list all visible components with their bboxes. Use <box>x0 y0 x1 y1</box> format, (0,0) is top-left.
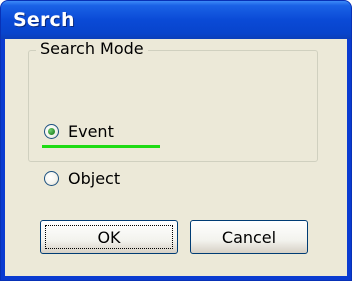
ok-button-focus-ring <box>45 225 173 249</box>
radio-event-label[interactable]: Event <box>68 122 114 141</box>
radio-object-label[interactable]: Object <box>68 169 120 188</box>
cancel-button-label: Cancel <box>221 227 277 247</box>
cancel-button[interactable]: Cancel <box>190 220 308 254</box>
window-title: Serch <box>13 9 75 31</box>
radio-object[interactable]: Object <box>44 167 120 189</box>
radio-object-indicator[interactable] <box>44 170 59 186</box>
green-underline-annotation <box>42 145 160 148</box>
title-bar[interactable]: Serch <box>1 1 351 39</box>
radio-event-indicator[interactable] <box>44 123 59 139</box>
search-mode-label: Search Mode <box>36 39 148 58</box>
radio-event[interactable]: Event <box>44 120 114 142</box>
ok-button[interactable]: OK <box>40 220 178 254</box>
